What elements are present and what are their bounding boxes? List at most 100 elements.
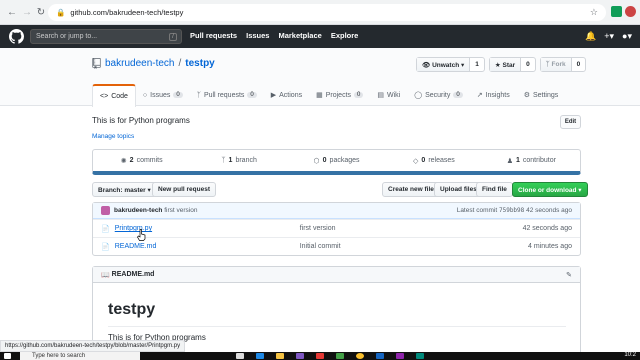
commits-label: commits [136,157,163,164]
app-icon[interactable] [416,353,424,359]
clone-download-button[interactable]: Clone or download ▾ [512,182,588,197]
latest-commit-bar: bakrudeen-tech first version Latest comm… [93,203,580,219]
edit-description-button[interactable]: Edit [560,115,581,129]
file-commit-message[interactable]: Initial commit [300,243,341,250]
branch-icon: ᛉ [221,157,226,164]
issue-icon: ○ [142,91,148,99]
file-commit-message[interactable]: first version [300,225,336,232]
app-icon[interactable] [296,353,304,359]
file-age: 4 minutes ago [528,243,572,250]
tab-pull-requests[interactable]: ᛉ Pull requests 0 [190,84,264,106]
branch-select-label: Branch: master [98,187,146,194]
find-file-button[interactable]: Find file [476,182,513,197]
tab-pull-requests-count: 0 [247,92,257,98]
app-icon[interactable] [316,353,324,359]
tab-code[interactable]: <> Code [92,84,136,107]
new-pull-request-button[interactable]: New pull request [152,182,217,197]
unwatch-button[interactable]: 👁 Unwatch ▾ 1 [416,57,485,72]
people-icon: ♟ [506,157,513,165]
stars-count[interactable]: 0 [521,58,535,71]
releases-link[interactable]: ◇ 0 releases [385,157,482,165]
tab-projects[interactable]: ▦ Projects 0 [309,84,370,106]
app-icon[interactable] [396,353,404,359]
clock[interactable]: 10:2 [624,352,636,358]
address-bar[interactable]: 🔒 github.com/bakrudeen-tech/testpy ☆ [48,4,606,21]
eye-icon: 👁 [422,62,431,69]
repo-tabs: <> Code ○ Issues 0 ᛉ Pull requests 0 ▶ Actions… [92,84,566,107]
fork-label: Fork [551,61,566,68]
tab-security[interactable]: ◯ Security 0 [407,84,469,106]
github-logo-icon[interactable] [9,29,24,44]
file-icon: 📄 [101,243,110,251]
repo-description: This is for Python programs [92,116,190,125]
tag-icon: ◇ [413,157,419,165]
repo-name-link[interactable]: testpy [185,58,214,69]
tab-security-label: Security [425,91,451,99]
star-button[interactable]: ★ Star 0 [488,57,536,72]
watchers-count[interactable]: 1 [470,58,484,71]
repo-title: bakrudeen-tech / testpy [92,58,215,69]
create-new-file-button[interactable]: Create new file [382,182,440,197]
windows-start-icon[interactable] [4,353,11,359]
fork-button[interactable]: ᛉ Fork 0 [539,57,587,72]
edit-pencil-icon[interactable]: ✎ [566,271,572,279]
link-status-bar: https://github.com/bakrudeen-tech/testpy… [0,340,186,352]
create-new-plus-icon[interactable]: +▾ [604,31,614,42]
commit-message[interactable]: first version [164,207,197,214]
chrome-icon[interactable] [356,353,364,359]
nav-explore[interactable]: Explore [331,31,359,40]
repo-owner-link[interactable]: bakrudeen-tech [105,58,175,69]
contributors-link[interactable]: ♟ 1 contributor [483,157,580,165]
lock-icon: 🔒 [56,8,66,17]
latest-commit-label: Latest commit [456,207,498,214]
shield-icon: ◯ [414,92,423,99]
forks-count[interactable]: 0 [572,58,586,71]
task-view-icon[interactable] [236,353,244,359]
bookmark-star-icon[interactable]: ☆ [590,7,598,18]
file-age: 42 seconds ago [522,225,572,232]
user-avatar-icon[interactable]: ●▾ [622,31,632,42]
branch-label: branch [235,157,257,164]
commits-link[interactable]: ✺ 2 commits [93,157,190,165]
tab-actions-label: Actions [279,91,303,99]
search-placeholder: Search or jump to... [36,33,98,40]
star-icon: ★ [494,62,501,69]
tab-wiki[interactable]: ▤ Wiki [370,84,407,106]
nav-issues[interactable]: Issues [246,31,269,40]
readme-heading: testpy [108,301,156,318]
branch-select-button[interactable]: Branch: master ▾ [92,182,157,197]
readme-divider [108,326,566,327]
tab-issues-count: 0 [173,92,183,98]
nav-pull-requests[interactable]: Pull requests [190,31,237,40]
app-icon[interactable] [376,353,384,359]
tab-settings[interactable]: ⚙ Settings [517,84,566,106]
commit-sha[interactable]: 759bb98 [499,207,524,214]
tab-issues[interactable]: ○ Issues 0 [136,84,190,106]
branch-link[interactable]: ᛉ 1 branch [190,157,287,164]
nav-marketplace[interactable]: Marketplace [278,31,321,40]
author-avatar[interactable] [101,206,110,215]
taskbar-search-input[interactable]: Type here to search [20,352,140,360]
commit-age: 42 seconds ago [526,207,572,214]
extension-icon[interactable] [611,6,622,17]
graph-icon: ↗ [476,92,483,99]
tab-pull-requests-label: Pull requests [203,91,245,99]
file-explorer-icon[interactable] [276,353,284,359]
profile-avatar-icon[interactable] [625,6,636,17]
tab-insights[interactable]: ↗ Insights [470,84,517,106]
app-icon[interactable] [336,353,344,359]
commit-author[interactable]: bakrudeen-tech [114,207,162,214]
contributor-label: contributor [522,157,556,164]
edge-icon[interactable] [256,353,264,359]
branch-count: 1 [228,157,233,164]
packages-link[interactable]: ⬡ 0 packages [288,157,385,165]
file-name-link[interactable]: README.md [115,243,300,250]
tab-actions[interactable]: ▶ Actions [264,84,309,106]
unwatch-label: Unwatch [432,62,460,69]
file-toolbar: Branch: master ▾ New pull request Create… [92,182,588,197]
notification-bell-icon[interactable]: 🔔 [585,31,596,42]
repo-book-icon [92,58,101,69]
file-icon: 📄 [101,225,110,233]
search-input[interactable]: Search or jump to... / [30,29,182,44]
manage-topics-link[interactable]: Manage topics [92,133,134,140]
